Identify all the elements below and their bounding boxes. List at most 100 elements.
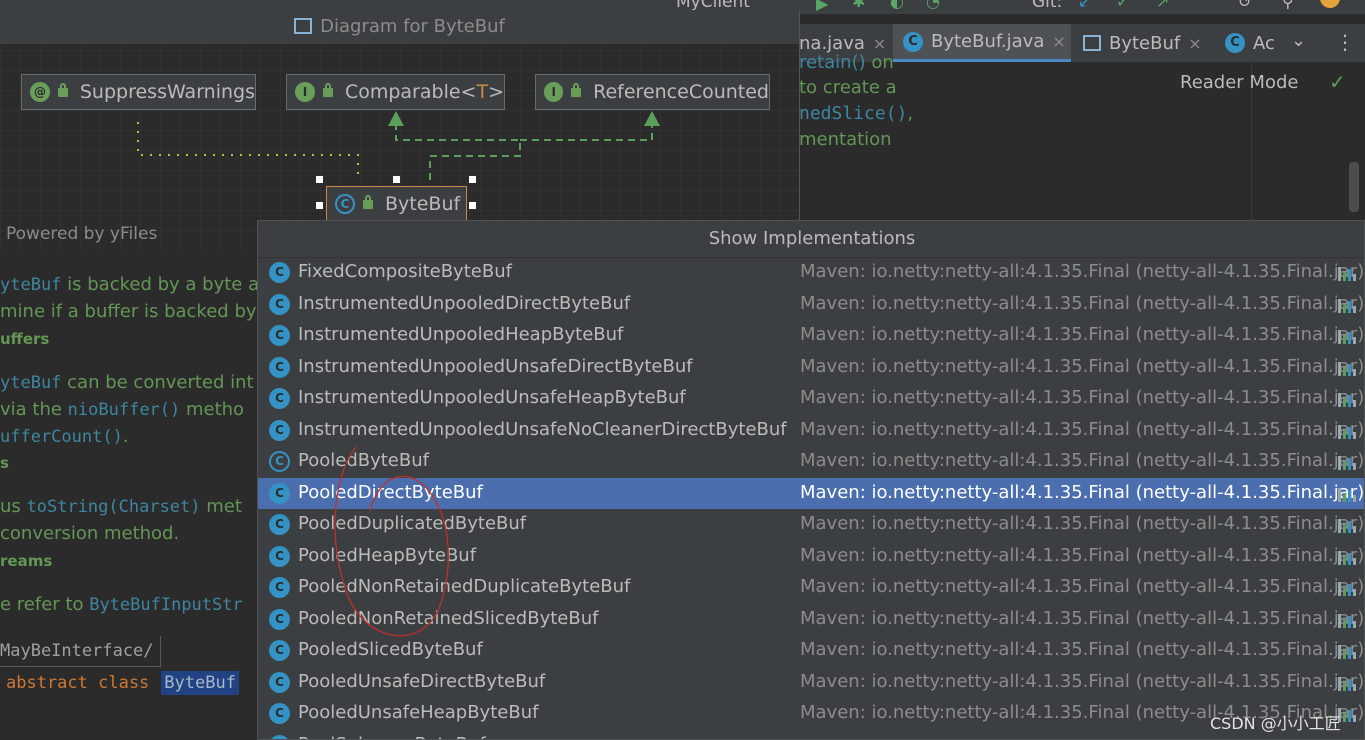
implementation-location: Maven: io.netty:netty-all:4.1.35.Final (… (800, 544, 1365, 566)
coverage-icon[interactable]: ◐ (890, 0, 904, 11)
hand-drawn-circle-annotation (334, 446, 449, 637)
class-icon: C (903, 31, 923, 52)
implementation-location: Maven: io.netty:netty-all:4.1.35.Final (… (800, 261, 1365, 282)
annotation-edge (137, 122, 359, 180)
library-jar-icon (1338, 360, 1358, 376)
implements-edge-comparable (395, 122, 521, 180)
tab-label: ByteBuf (1109, 32, 1181, 54)
doc-heading: uffers (0, 330, 50, 348)
show-implementations-popup[interactable]: Show Implementations C FixedCompositeByte… (257, 220, 1365, 740)
doc-line: yteBuf is backed by a byte a (0, 274, 257, 295)
implementation-row[interactable]: C FixedCompositeByteBuf Maven: io.netty:ne… (258, 257, 1365, 288)
class-declaration: abstract class ByteBuf (0, 671, 239, 695)
diagram-node-referencecounted[interactable]: I ReferenceCounted (535, 74, 770, 110)
tab-label: Ac (1253, 32, 1275, 54)
debug-icon[interactable]: ✱ (852, 0, 865, 11)
resize-handle[interactable] (469, 202, 476, 209)
library-jar-icon (1338, 328, 1358, 344)
implementation-location: Maven: io.netty:netty-all:4.1.35.Final (… (800, 607, 1365, 629)
profile-icon[interactable]: ◔ (926, 0, 940, 11)
class-icon: C (269, 734, 290, 739)
watermark: CSDN @小小工匠 (1210, 714, 1341, 733)
resize-handle[interactable] (316, 202, 323, 209)
library-jar-icon (1338, 517, 1358, 533)
git-commit-icon[interactable]: ✓ (1116, 0, 1129, 11)
implementation-row[interactable]: C InstrumentedUnpooledUnsafeDirectByteBuf… (258, 352, 1364, 383)
interface-icon: I (295, 82, 315, 102)
close-icon[interactable]: × (873, 34, 886, 53)
notification-icon[interactable] (1320, 0, 1340, 8)
implementation-row[interactable]: C InstrumentedUnpooledHeapByteBuf Maven: i… (258, 320, 1365, 351)
library-jar-icon (1338, 265, 1358, 281)
diagram-node-bytebuf[interactable]: C ByteBuf (326, 186, 467, 222)
lock-icon (57, 82, 68, 97)
implementation-location: Maven: io.netty:netty-all:4.1.35.Final (… (800, 292, 1365, 314)
git-label: Git: (1032, 0, 1063, 12)
doc-line: via the nioBuffer() metho (0, 399, 245, 420)
annotation-line: MayBeInterface/ (0, 641, 154, 661)
doc-line: retain() on (799, 52, 894, 73)
diagram-node-comparable[interactable]: I Comparable< T > (286, 74, 505, 110)
editor-scrollbar[interactable] (1349, 162, 1359, 212)
git-push-icon[interactable]: ↗ (1156, 0, 1169, 11)
close-icon[interactable]: × (1052, 32, 1065, 51)
resize-handle[interactable] (316, 176, 323, 183)
doc-line: mine if a buffer is backed by (0, 301, 257, 322)
implementation-row[interactable]: C InstrumentedUnpooledUnsafeHeapByteBuf Ma… (258, 383, 1365, 414)
doc-line: mentation (799, 129, 892, 150)
library-jar-icon (1338, 423, 1358, 439)
class-icon: C (269, 640, 290, 661)
resize-handle[interactable] (469, 176, 476, 183)
doc-line: us toString(Charset) met (0, 496, 242, 517)
implementation-name: InstrumentedUnpooledHeapByteBuf (298, 324, 624, 345)
interface-icon: I (544, 82, 564, 102)
git-update-icon[interactable]: ↙ (1078, 0, 1091, 11)
library-jar-icon (1338, 643, 1358, 659)
class-icon: C (269, 671, 290, 693)
class-icon: C (269, 325, 290, 346)
close-icon[interactable]: × (1188, 34, 1201, 53)
node-label: ByteBuf (385, 193, 461, 215)
code-editor[interactable]: retain() on to create a nedSlice(), ment… (799, 52, 1365, 220)
doc-line: nedSlice(), (799, 103, 914, 124)
tab-label: ByteBuf.java (931, 31, 1045, 52)
abstract-class-icon: C (269, 451, 290, 472)
class-icon: C (269, 577, 290, 598)
diagram-node-suppresswarnings[interactable]: @ SuppressWarnings (21, 74, 256, 110)
library-jar-icon (1338, 454, 1358, 470)
lock-icon (571, 82, 582, 97)
library-jar-icon (1338, 675, 1358, 691)
doc-line: ufferCount(). (0, 426, 129, 447)
tab-bytebuf-java[interactable]: C ByteBuf.java × (893, 24, 1071, 62)
diagram-panel[interactable]: Diagram for ByteBuf @ SuppressWarnings I… (0, 10, 800, 250)
arrow-head (388, 111, 404, 126)
implementation-location: Maven: io.netty:netty-all:4.1.35.Final (… (800, 513, 1365, 534)
run-icon[interactable]: ▶ (816, 0, 828, 13)
class-icon: C (269, 293, 290, 315)
search-icon[interactable]: ⚲ (1282, 0, 1294, 11)
resize-handle[interactable] (393, 176, 400, 183)
tab-bytebuf-diagram[interactable]: ByteBuf × (1083, 24, 1213, 62)
abstract-class-icon: C (335, 194, 355, 214)
tab-ac[interactable]: C Ac (1225, 24, 1285, 62)
arrow-head (644, 111, 660, 126)
inspection-ok-icon[interactable]: ✓ (1329, 70, 1346, 94)
more-options-icon[interactable]: ⋮ (1335, 30, 1355, 54)
lock-icon (363, 194, 373, 209)
lock-icon (322, 82, 333, 97)
implementation-location: Maven: io.netty:netty-all:4.1.35.Final (… (800, 639, 1365, 660)
node-label-suffix: > (488, 81, 504, 103)
implementation-name: FixedCompositeByteBuf (298, 261, 512, 282)
reader-mode-button[interactable]: Reader Mode (1180, 72, 1298, 93)
implementation-location: Maven: io.netty:netty-all:4.1.35.Final (… (800, 450, 1365, 471)
class-icon: C (269, 703, 290, 724)
class-icon: C (269, 545, 290, 567)
tabs-overflow-chevron-icon[interactable]: ⌄ (1291, 30, 1306, 51)
implementation-location: Maven: io.netty:netty-all:4.1.35.Final (… (800, 387, 1365, 408)
undo-icon[interactable]: ↺ (1238, 0, 1251, 11)
implementation-location: Maven: io.netty:netty-all:4.1.35.Final (… (800, 324, 1365, 345)
node-generic: T (476, 81, 489, 103)
node-label: SuppressWarnings (79, 81, 255, 103)
annotation-icon: @ (30, 82, 50, 102)
implementation-row[interactable]: C InstrumentedUnpooledDirectByteBuf Maven:… (258, 289, 1365, 320)
